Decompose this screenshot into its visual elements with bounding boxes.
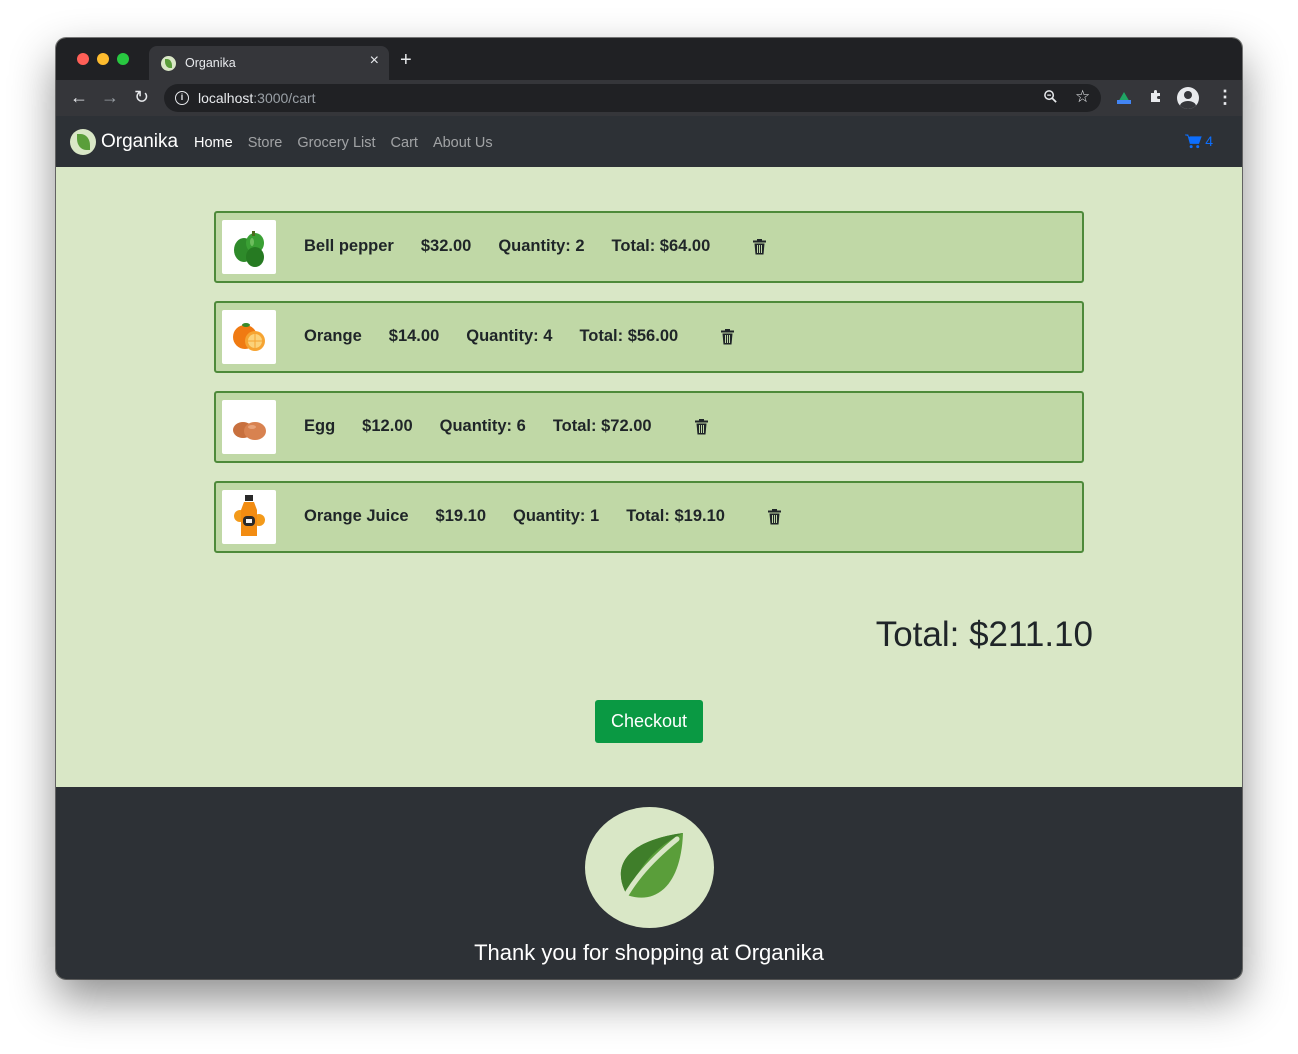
cart-grand-total: Total: $211.10 [875,615,1093,654]
item-price: $14.00 [388,327,440,345]
site-info-icon[interactable]: i [175,91,189,105]
maximize-window-button[interactable] [117,53,129,65]
zoom-icon[interactable] [1043,89,1058,108]
nav-link-about-us[interactable]: About Us [433,135,493,151]
shopping-cart-icon [1185,133,1202,148]
organika-leaf-logo-icon [585,807,714,928]
cart-item: Orange Juice $19.10 Quantity: 1 Total: $… [214,481,1084,553]
cart-item: Orange $14.00 Quantity: 4 Total: $56.00 [214,301,1084,373]
browser-titlebar: Organika × + [56,38,1242,80]
checkout-button[interactable]: Checkout [595,700,703,743]
cart-item: Bell pepper $32.00 Quantity: 2 Total: $6… [214,211,1084,283]
new-tab-button[interactable]: + [400,50,412,70]
trash-icon[interactable] [767,508,781,525]
cart-item: Egg $12.00 Quantity: 6 Total: $72.00 [214,391,1084,463]
item-quantity: Quantity: 2 [498,237,585,255]
item-name: Bell pepper [304,237,394,255]
organika-logo-icon[interactable] [70,129,96,155]
item-name: Orange Juice [304,507,409,525]
orange-juice-image [222,490,276,544]
item-price: $12.00 [362,417,413,435]
url-host: localhost [198,90,254,106]
trash-icon[interactable] [694,418,708,435]
item-name: Orange [304,327,362,345]
footer-tagline: Thank you for shopping at Organika [474,940,824,965]
item-price: $32.00 [420,237,472,255]
item-total: Total: $64.00 [611,237,711,255]
item-quantity: Quantity: 4 [466,327,553,345]
tab-title: Organika [185,56,236,70]
tab-close-icon[interactable]: × [370,52,379,70]
nav-link-grocery-list[interactable]: Grocery List [297,135,375,151]
nav-link-store[interactable]: Store [248,135,283,151]
brand-name[interactable]: Organika [101,131,178,153]
cart-item-details: Bell pepper $32.00 Quantity: 2 Total: $6… [304,237,767,256]
nav-link-home[interactable]: Home [194,135,233,151]
profile-avatar-icon[interactable] [1177,87,1199,109]
google-drive-icon[interactable] [1117,92,1131,104]
bell-pepper-image [222,220,276,274]
browser-menu-icon[interactable]: ⋮ [1216,87,1234,108]
url-text[interactable]: localhost:3000/cart [198,90,316,106]
browser-toolbar: ← → ↻ i localhost:3000/cart ☆ ⋮ [56,80,1242,116]
trash-icon[interactable] [753,238,767,255]
item-name: Egg [304,417,336,435]
trash-icon[interactable] [721,328,735,345]
cart-indicator[interactable]: 4 [1185,133,1213,149]
footer: Thank you for shopping at Organika [56,787,1242,979]
cart-count: 4 [1205,133,1213,149]
bookmark-star-icon[interactable]: ☆ [1075,87,1090,107]
favicon-icon [161,56,176,71]
nav-links: Home Store Grocery List Cart About Us [194,135,493,151]
item-quantity: Quantity: 1 [513,507,600,525]
cart-item-details: Egg $12.00 Quantity: 6 Total: $72.00 [304,417,708,436]
cart-page: Bell pepper $32.00 Quantity: 2 Total: $6… [56,167,1242,787]
back-arrow-icon[interactable]: ← [70,87,88,107]
reload-icon[interactable]: ↻ [134,87,149,107]
extensions-puzzle-icon[interactable] [1148,88,1164,108]
cart-item-details: Orange $14.00 Quantity: 4 Total: $56.00 [304,327,735,346]
browser-window: Organika × + ← → ↻ i localhost:3000/cart… [56,38,1242,979]
cart-item-details: Orange Juice $19.10 Quantity: 1 Total: $… [304,507,781,526]
close-window-button[interactable] [77,53,89,65]
nav-link-cart[interactable]: Cart [391,135,418,151]
item-total: Total: $72.00 [552,417,652,435]
minimize-window-button[interactable] [97,53,109,65]
url-path: :3000/cart [253,90,316,106]
cart-list: Bell pepper $32.00 Quantity: 2 Total: $6… [214,211,1084,571]
item-price: $19.10 [435,507,487,525]
item-total: Total: $19.10 [626,507,725,525]
app-navbar: Organika Home Store Grocery List Cart Ab… [56,116,1242,167]
egg-image [222,400,276,454]
orange-image [222,310,276,364]
address-bar[interactable]: i localhost:3000/cart ☆ [164,84,1101,112]
browser-tab[interactable]: Organika × [149,46,389,80]
forward-arrow-icon[interactable]: → [101,87,119,107]
item-quantity: Quantity: 6 [439,417,526,435]
item-total: Total: $56.00 [579,327,679,345]
